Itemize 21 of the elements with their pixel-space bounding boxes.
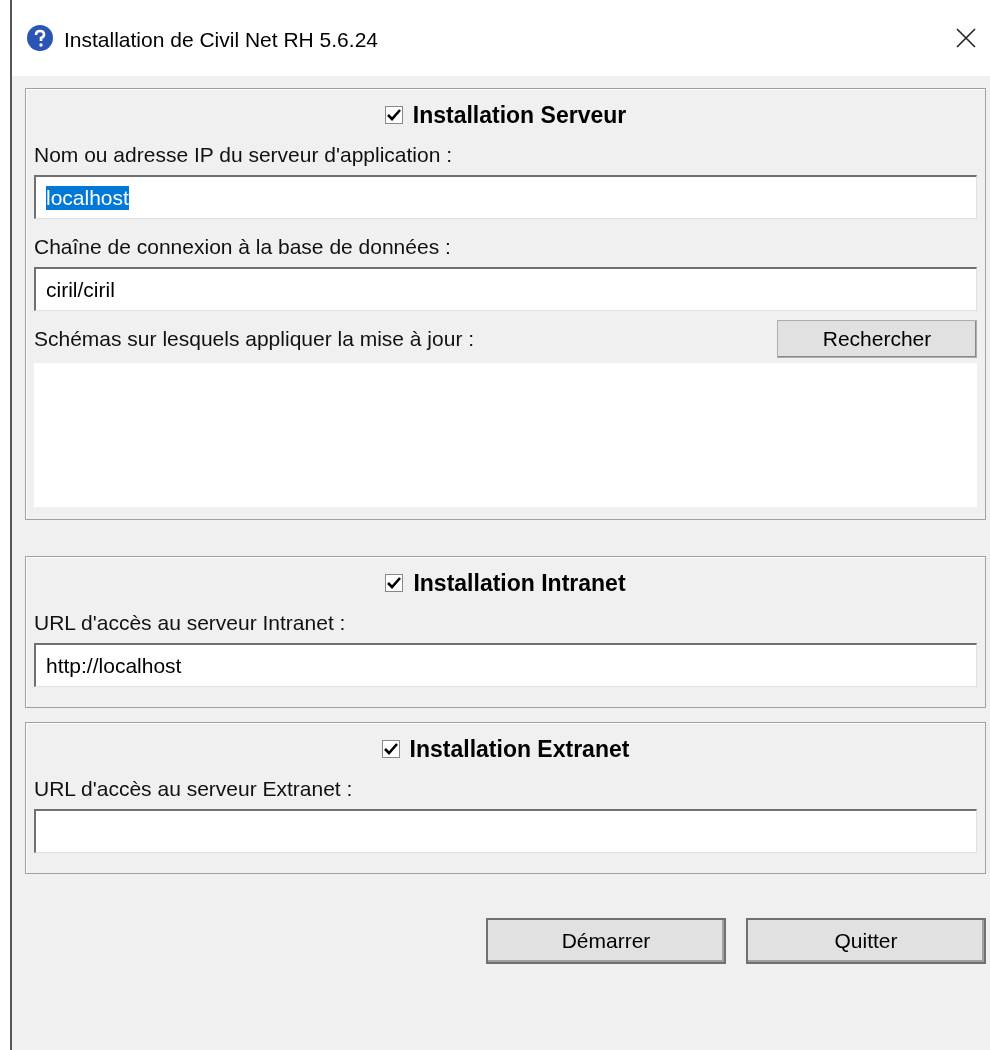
field-label: Chaîne de connexion à la base de données : xyxy=(34,234,451,260)
dialog-button[interactable]: Quitter xyxy=(746,918,986,964)
section-title: Installation Intranet xyxy=(413,569,626,597)
checkbox[interactable] xyxy=(384,106,403,124)
field-label: URL d'accès au serveur Intranet : xyxy=(34,610,346,636)
checkbox[interactable] xyxy=(381,740,400,758)
close-icon[interactable] xyxy=(956,28,976,48)
input-field[interactable]: ciril/ciril xyxy=(34,267,977,311)
checkbox[interactable] xyxy=(385,574,404,592)
input-field[interactable] xyxy=(34,809,977,853)
window-title: Installation de Civil Net RH 5.6.24 xyxy=(64,28,378,52)
input-field[interactable]: http://localhost xyxy=(34,643,977,687)
input-field[interactable]: localhost xyxy=(34,175,977,219)
help-icon xyxy=(26,24,54,52)
section-title: Installation Extranet xyxy=(409,735,630,763)
dialog-button[interactable]: Démarrer xyxy=(486,918,726,964)
field-label: Nom ou adresse IP du serveur d'application : xyxy=(34,142,453,168)
section-title: Installation Serveur xyxy=(412,101,627,129)
field-label: URL d'accès au serveur Extranet : xyxy=(34,776,353,802)
search-button[interactable]: Rechercher xyxy=(777,320,977,358)
field-label: Schémas sur lesquels appliquer la mise à jour : xyxy=(34,326,475,352)
